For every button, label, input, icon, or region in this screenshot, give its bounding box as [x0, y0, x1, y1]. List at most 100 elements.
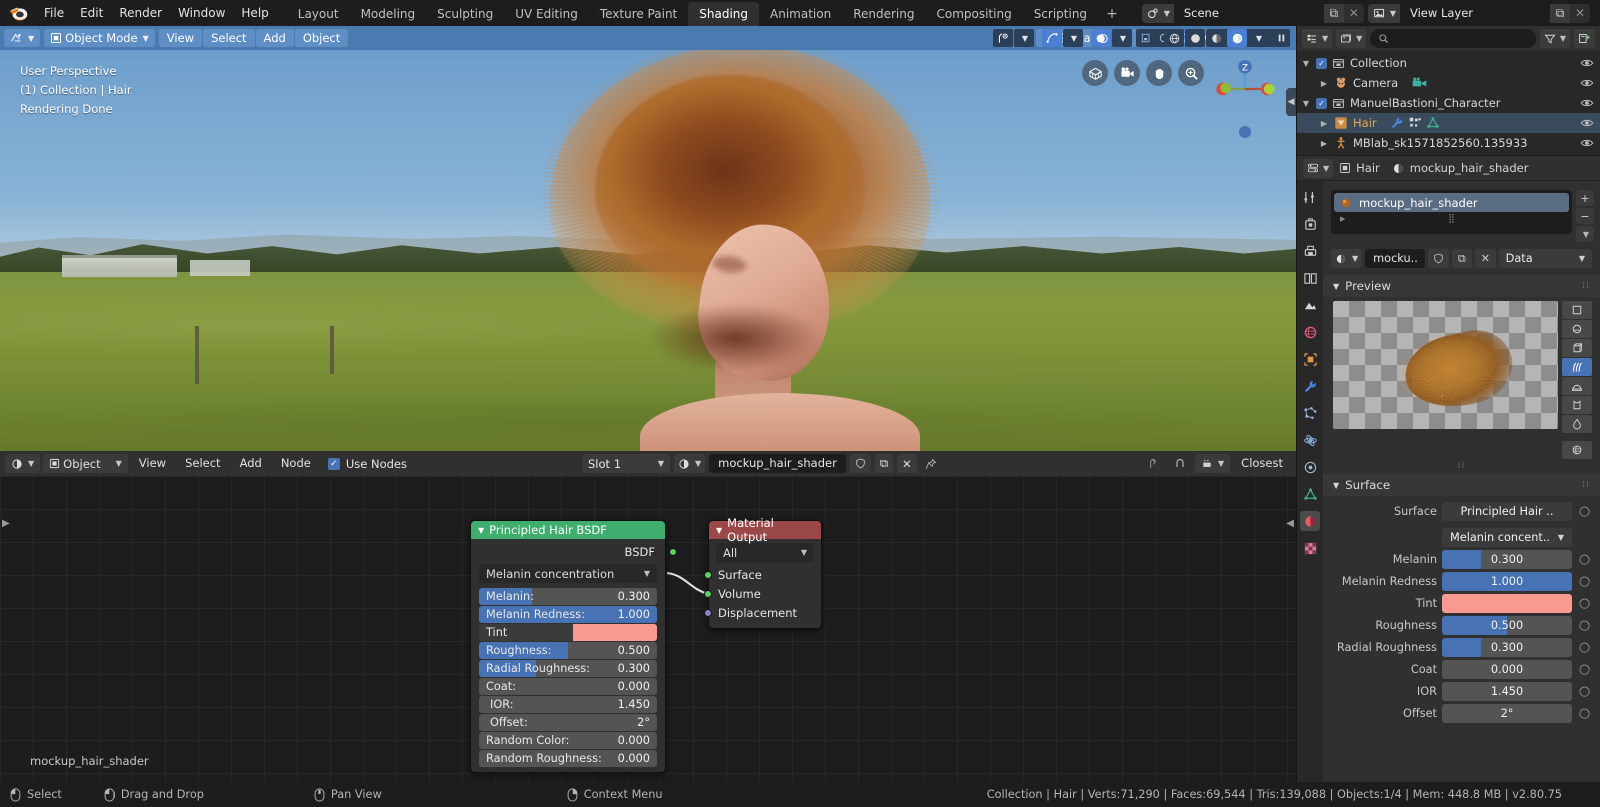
node-prop-ior[interactable]: IOR: 1.450 — [479, 696, 657, 713]
disclosure-triangle-icon[interactable]: ▶ — [1319, 79, 1329, 88]
xray-caret[interactable]: ▼ — [1112, 29, 1132, 47]
unlink-material-icon[interactable]: ✕ — [897, 454, 917, 473]
properties-editor[interactable]: ▼ Hair mockup_hair_shader mockup_hair_sh… — [1297, 156, 1600, 782]
coat-slider[interactable]: 0.000 — [1442, 660, 1572, 679]
preview-type-shader-ball[interactable] — [1562, 377, 1592, 395]
material-browse-button[interactable]: ▼ — [1331, 249, 1363, 268]
outliner-search-input[interactable] — [1370, 29, 1536, 48]
fake-user-shield-icon[interactable] — [849, 454, 871, 473]
collection-exclude-checkbox[interactable]: ✓ — [1316, 97, 1327, 109]
mesh-triangle-icon[interactable] — [1426, 116, 1440, 130]
material-slot-row[interactable]: mockup_hair_shader — [1334, 193, 1569, 212]
visibility-eye-icon[interactable] — [1580, 96, 1594, 110]
collection-exclude-checkbox[interactable]: ✓ — [1316, 57, 1327, 69]
breadcrumb-object[interactable]: Hair — [1339, 161, 1380, 175]
zoom-view-icon[interactable] — [1178, 60, 1204, 86]
tab-uv-editing[interactable]: UV Editing — [504, 2, 589, 27]
tab-tool[interactable] — [1300, 187, 1320, 207]
parametrization-dropdown[interactable]: Melanin concentration ▼ — [479, 564, 657, 583]
preview-type-cube[interactable] — [1562, 339, 1592, 357]
node-prop-random-color[interactable]: Random Color: 0.000 — [479, 732, 657, 749]
preview-type-flat-plane[interactable] — [1562, 301, 1592, 319]
animate-property-icon[interactable]: ○ — [1577, 502, 1592, 521]
use-nodes-checkbox[interactable]: ✓ — [327, 457, 340, 470]
editor-separator[interactable] — [1296, 26, 1297, 782]
node-menu-add[interactable]: Add — [232, 454, 270, 473]
menu-window[interactable]: Window — [170, 3, 233, 23]
shading-material-preview-button[interactable] — [1206, 29, 1226, 47]
particle-system-icon[interactable] — [1408, 116, 1422, 130]
menu-file[interactable]: File — [36, 3, 72, 23]
scene-unlink-button[interactable]: ✕ — [1343, 3, 1364, 23]
radial-roughness-slider[interactable]: 0.300 — [1442, 638, 1572, 657]
material-preview-area[interactable] — [1333, 301, 1592, 459]
node-sidebar-toggle-left[interactable]: ▶ — [2, 518, 10, 529]
surface-panel-header[interactable]: ▼ Surface ⁞⁞ — [1323, 474, 1600, 496]
scene-new-copy-button[interactable]: ⧉ — [1323, 3, 1344, 23]
surface-shader-selector[interactable]: Principled Hair .. — [1442, 502, 1572, 521]
socket-volume[interactable] — [704, 590, 712, 598]
node-prop-radial-roughness[interactable]: Radial Roughness: 0.300 — [479, 660, 657, 677]
preview-type-fluid[interactable] — [1562, 415, 1592, 433]
xray-toggle-button[interactable] — [1091, 29, 1111, 47]
node-menu-node[interactable]: Node — [273, 454, 319, 473]
toggle-orthographic-icon[interactable] — [1082, 60, 1108, 86]
unlink-material-button[interactable]: ✕ — [1475, 249, 1496, 268]
node-header-material-output[interactable]: ▼ Material Output — [709, 516, 821, 544]
node-menu-select[interactable]: Select — [177, 454, 228, 473]
material-preview-render[interactable] — [1333, 301, 1558, 429]
viewlayer-new-copy-button[interactable]: ⧉ — [1550, 3, 1570, 23]
animate-property-icon[interactable]: ○ — [1577, 594, 1592, 613]
preview-panel-header[interactable]: ▼ Preview ⁞⁞ — [1323, 275, 1600, 297]
node-menu-view[interactable]: View — [131, 454, 174, 473]
socket-bsdf-output[interactable] — [669, 548, 677, 556]
tint-color-swatch[interactable] — [573, 624, 657, 641]
material-browse-icon[interactable]: ▼ — [674, 454, 706, 473]
viewlayer-id-block[interactable]: ▼ View Layer ⧉ ✕ — [1367, 3, 1590, 23]
gizmo-negative-z-dot[interactable] — [1239, 126, 1251, 138]
outliner-filter-icon[interactable]: ▼ — [1539, 29, 1570, 48]
panel-disclosure-icon[interactable]: ▼ — [1333, 282, 1339, 291]
slot-disclosure-icon[interactable]: ▶ — [1340, 215, 1345, 223]
pause-render-button[interactable] — [1272, 29, 1290, 47]
melanin-slider[interactable]: 0.300 — [1442, 550, 1572, 569]
overlays-caret[interactable]: ▼ — [1063, 29, 1083, 47]
shading-wireframe-button[interactable] — [1164, 29, 1184, 47]
material-slot-expand-row[interactable]: ▶ ⣿ — [1334, 212, 1569, 226]
animate-property-icon[interactable]: ○ — [1577, 682, 1592, 701]
tab-shading[interactable]: Shading — [688, 2, 759, 27]
viewlayer-remove-button[interactable]: ✕ — [1570, 3, 1590, 23]
disclosure-triangle-icon[interactable]: ▼ — [1301, 59, 1311, 68]
outliner-row-hair[interactable]: ▶ Hair — [1297, 113, 1600, 133]
remove-material-slot-button[interactable]: − — [1576, 208, 1594, 224]
tab-physics[interactable] — [1300, 430, 1320, 450]
modifier-wrench-icon[interactable] — [1390, 116, 1404, 130]
tab-particles[interactable] — [1300, 403, 1320, 423]
node-prop-melanin[interactable]: Melanin: 0.300 — [479, 588, 657, 605]
node-tree-up-icon[interactable] — [1141, 454, 1165, 473]
outliner-new-collection-icon[interactable] — [1574, 29, 1595, 48]
use-nodes-toggle[interactable]: ✓ Use Nodes — [327, 457, 407, 471]
material-link-selector[interactable]: Data ▼ — [1498, 249, 1593, 268]
material-name-field[interactable]: mockup_hair_shader — [709, 454, 846, 473]
scene-name[interactable]: Scene — [1173, 3, 1324, 23]
shader-type-selector[interactable]: Object ▼ — [43, 454, 128, 473]
3d-viewport[interactable]: ▼ Object Mode ▼ View Select Add Object G… — [0, 26, 1296, 451]
node-prop-roughness[interactable]: Roughness: 0.500 — [479, 642, 657, 659]
editor-type-button[interactable]: ▼ — [4, 29, 41, 47]
outliner-row-mblab-mesh[interactable]: ▶ MBlab_sk1571852560.135933 — [1297, 133, 1600, 153]
camera-view-icon[interactable] — [1114, 60, 1140, 86]
disclosure-triangle-icon[interactable]: ▶ — [1319, 119, 1329, 128]
material-slot-selector[interactable]: Slot 1 ▼ — [582, 454, 670, 473]
tint-color-field[interactable] — [1442, 594, 1572, 613]
material-slot-specials-button[interactable]: ▼ — [1576, 226, 1594, 242]
gizmo-caret[interactable]: ▼ — [1014, 29, 1034, 47]
add-material-slot-button[interactable]: + — [1576, 190, 1594, 206]
roughness-slider[interactable]: 0.500 — [1442, 616, 1572, 635]
node-prop-melanin-redness[interactable]: Melanin Redness: 1.000 — [479, 606, 657, 623]
offset-slider[interactable]: 2° — [1442, 704, 1572, 723]
breadcrumb-material[interactable]: mockup_hair_shader — [1392, 161, 1528, 175]
menu-edit[interactable]: Edit — [72, 3, 111, 23]
visibility-eye-icon[interactable] — [1580, 136, 1594, 150]
animate-property-icon[interactable]: ○ — [1577, 572, 1592, 591]
